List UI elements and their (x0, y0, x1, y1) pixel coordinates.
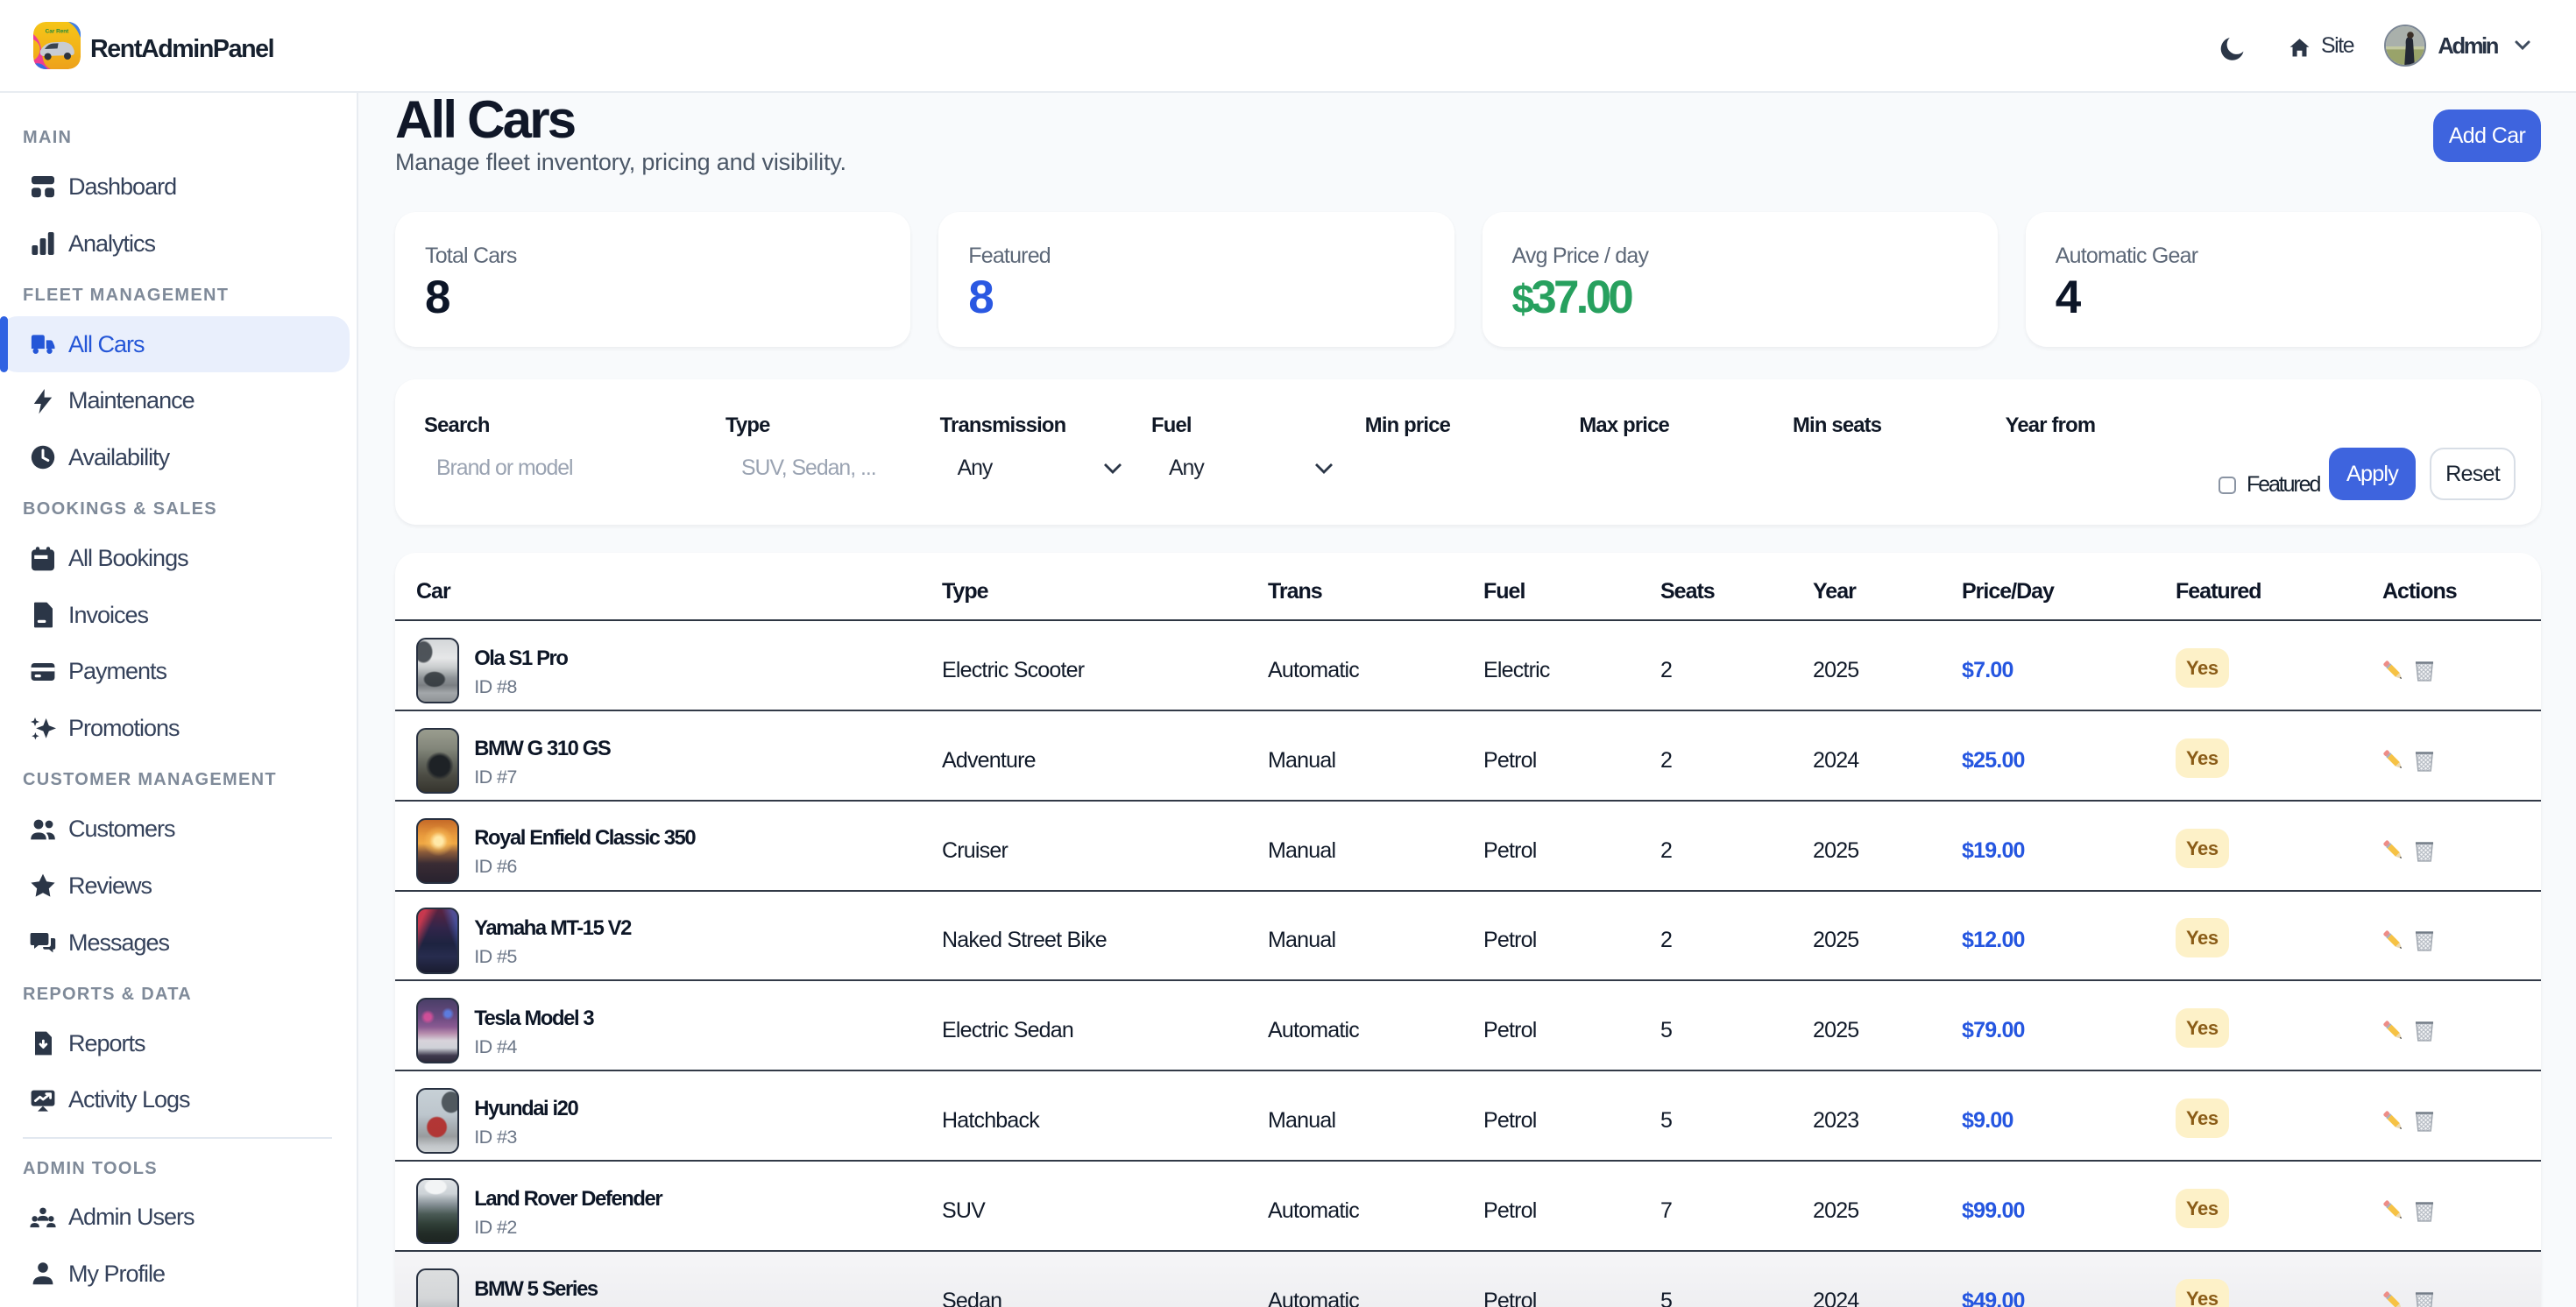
svg-text:Car Rent: Car Rent (46, 29, 70, 35)
